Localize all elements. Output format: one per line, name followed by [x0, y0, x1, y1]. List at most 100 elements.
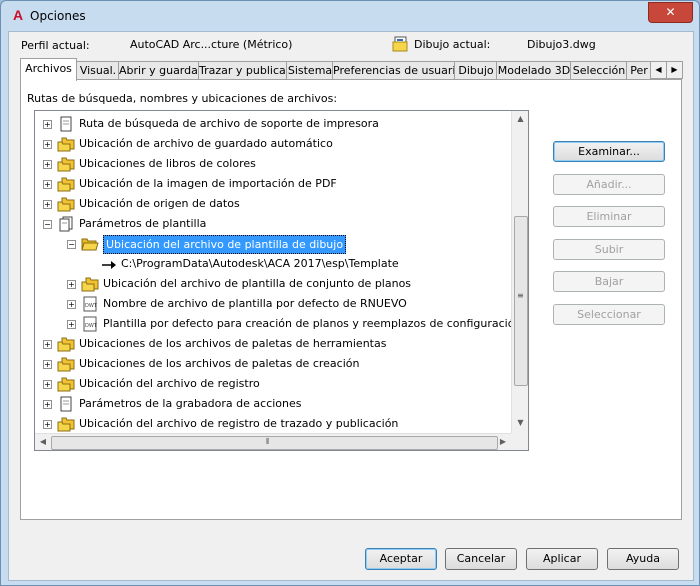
tree-item[interactable]: + Ubicación del archivo de registro de tr…	[35, 414, 511, 434]
help-button[interactable]: Ayuda	[607, 548, 679, 570]
tree-item-label: Ubicación del archivo de registro de tra…	[79, 417, 399, 430]
svg-text:DWT: DWT	[85, 323, 98, 329]
tree-item-label: Parámetros de plantilla	[79, 217, 207, 230]
document-icon	[60, 116, 72, 132]
dwt-file-icon: DWT	[83, 316, 98, 332]
tree-item[interactable]: − Parámetros de plantilla	[35, 214, 511, 234]
cancel-button[interactable]: Cancelar	[445, 548, 517, 570]
tree-item-label: Plantilla por defecto para creación de p…	[103, 317, 528, 330]
horizontal-scroll-thumb[interactable]: ⦀	[51, 436, 498, 450]
tab-modelado-3d[interactable]: Modelado 3D	[496, 61, 572, 80]
tab-dibujo[interactable]: Dibujo	[454, 61, 498, 80]
tree-item[interactable]: + Ubicación del archivo de plantilla de c…	[35, 274, 511, 294]
tab-strip: Archivos Visual. Abrir y guardar Trazar …	[20, 58, 683, 81]
folders-icon	[81, 277, 99, 292]
title-bar[interactable]: A Opciones ✕	[1, 1, 699, 31]
tree-item-label: Ubicación de origen de datos	[79, 197, 240, 210]
tab-sistema[interactable]: Sistema	[286, 61, 334, 80]
tab-scroll-left-icon[interactable]: ◀	[650, 61, 667, 79]
tree-item-label: Ubicaciones de los archivos de paletas d…	[79, 337, 387, 350]
set-current-button[interactable]: Seleccionar	[553, 304, 665, 325]
template-settings-icon	[59, 216, 73, 232]
scroll-right-icon[interactable]: ▶	[497, 437, 509, 446]
expand-icon[interactable]: +	[43, 160, 52, 169]
folders-icon	[57, 337, 75, 352]
vertical-scroll-thumb[interactable]: ≡	[514, 216, 528, 386]
drawing-label: Dibujo actual:	[414, 38, 491, 51]
tab-preferencias-usuario[interactable]: Preferencias de usuario	[332, 61, 456, 80]
tab-visual[interactable]: Visual.	[76, 61, 120, 80]
grip-icon: ≡	[517, 291, 524, 300]
tab-archivos[interactable]: Archivos	[20, 58, 77, 81]
profile-label: Perfil actual:	[21, 39, 90, 52]
tree-item[interactable]: C:\ProgramData\Autodesk\ACA 2017\esp\Tem…	[35, 254, 511, 274]
tab-trazar-publicar[interactable]: Trazar y publicar	[198, 61, 288, 80]
expand-icon[interactable]: +	[43, 140, 52, 149]
tree-item-label: Ruta de búsqueda de archivo de soporte d…	[79, 117, 379, 130]
expand-icon[interactable]: +	[67, 280, 76, 289]
move-up-button[interactable]: Subir	[553, 239, 665, 260]
expand-icon[interactable]: +	[43, 360, 52, 369]
close-button[interactable]: ✕	[648, 2, 693, 23]
tree-item[interactable]: + DWT Plantilla por defecto para creación …	[35, 314, 528, 334]
files-tab-panel: Rutas de búsqueda, nombres y ubicaciones…	[20, 79, 682, 520]
expand-icon[interactable]: +	[43, 420, 52, 429]
dialog-client-area: Perfil actual: AutoCAD Arc...cture (Métr…	[8, 31, 694, 581]
tree-item[interactable]: + Ubicación de origen de datos	[35, 194, 511, 214]
tree-item[interactable]: − Ubicación del archivo de plantilla de d…	[35, 234, 511, 254]
folders-icon	[57, 357, 75, 372]
search-paths-label: Rutas de búsqueda, nombres y ubicaciones…	[27, 92, 338, 105]
ok-button[interactable]: Aceptar	[365, 548, 437, 570]
dialog-title: Opciones	[30, 9, 86, 23]
tree-item-label: Nombre de archivo de plantilla por defec…	[103, 297, 407, 310]
tree-item[interactable]: + Ruta de búsqueda de archivo de soporte …	[35, 114, 511, 134]
tab-abrir-guardar[interactable]: Abrir y guardar	[118, 61, 200, 80]
tree-item-label: Ubicación del archivo de plantilla de co…	[103, 277, 412, 290]
folders-icon	[57, 417, 75, 432]
tree-item[interactable]: + Parámetros de la grabadora de acciones	[35, 394, 511, 414]
tree-item[interactable]: + Ubicación de la imagen de importación d…	[35, 174, 511, 194]
document-icon	[60, 396, 72, 412]
scroll-up-icon[interactable]: ▲	[512, 114, 528, 123]
svg-text:DWT: DWT	[85, 303, 98, 309]
collapse-icon[interactable]: −	[43, 220, 52, 229]
file-paths-tree[interactable]: + Ruta de búsqueda de archivo de soporte …	[34, 110, 529, 451]
browse-button[interactable]: Examinar...	[553, 141, 665, 162]
drawing-value: Dibujo3.dwg	[527, 38, 596, 51]
tree-item-label: C:\ProgramData\Autodesk\ACA 2017\esp\Tem…	[121, 257, 399, 270]
folders-icon	[57, 197, 75, 212]
tree-item-label: Ubicación de archivo de guardado automát…	[79, 137, 333, 150]
add-button[interactable]: Añadir...	[553, 174, 665, 195]
scroll-corner	[511, 433, 528, 450]
tree-item[interactable]: + Ubicación de archivo de guardado automá…	[35, 134, 511, 154]
expand-icon[interactable]: +	[67, 320, 76, 329]
tree-item[interactable]: + Ubicaciones de los archivos de paletas …	[35, 334, 511, 354]
expand-icon[interactable]: +	[43, 340, 52, 349]
vertical-scrollbar[interactable]: ▲ ≡ ▼	[511, 111, 528, 433]
horizontal-scrollbar[interactable]: ◀ ⦀ ▶	[35, 433, 511, 450]
expand-icon[interactable]: +	[67, 300, 76, 309]
expand-icon[interactable]: +	[43, 180, 52, 189]
tree-item[interactable]: + Ubicación del archivo de registro	[35, 374, 511, 394]
tree-item[interactable]: + Ubicaciones de los archivos de paletas …	[35, 354, 511, 374]
scroll-down-icon[interactable]: ▼	[512, 418, 528, 427]
remove-button[interactable]: Eliminar	[553, 206, 665, 227]
tab-seleccion[interactable]: Selección	[570, 61, 628, 80]
tree-item-label: Ubicación del archivo de plantilla de di…	[103, 235, 347, 254]
options-dialog: A Opciones ✕ Perfil actual: AutoCAD Arc.…	[0, 0, 700, 586]
scroll-left-icon[interactable]: ◀	[37, 437, 49, 446]
tree-item-label: Ubicaciones de los archivos de paletas d…	[79, 357, 360, 370]
expand-icon[interactable]: +	[43, 120, 52, 129]
tree-item-label: Parámetros de la grabadora de acciones	[79, 397, 302, 410]
tab-scroll-right-icon[interactable]: ▶	[666, 61, 683, 79]
collapse-icon[interactable]: −	[67, 240, 76, 249]
expand-icon[interactable]: +	[43, 400, 52, 409]
expand-icon[interactable]: +	[43, 200, 52, 209]
tree-item[interactable]: + DWT Nombre de archivo de plantilla por d…	[35, 294, 511, 314]
tab-perfiles[interactable]: Per	[626, 61, 652, 80]
profile-value: AutoCAD Arc...cture (Métrico)	[130, 38, 293, 51]
tree-item[interactable]: + Ubicaciones de libros de colores	[35, 154, 511, 174]
apply-button[interactable]: Aplicar	[526, 548, 598, 570]
move-down-button[interactable]: Bajar	[553, 271, 665, 292]
expand-icon[interactable]: +	[43, 380, 52, 389]
